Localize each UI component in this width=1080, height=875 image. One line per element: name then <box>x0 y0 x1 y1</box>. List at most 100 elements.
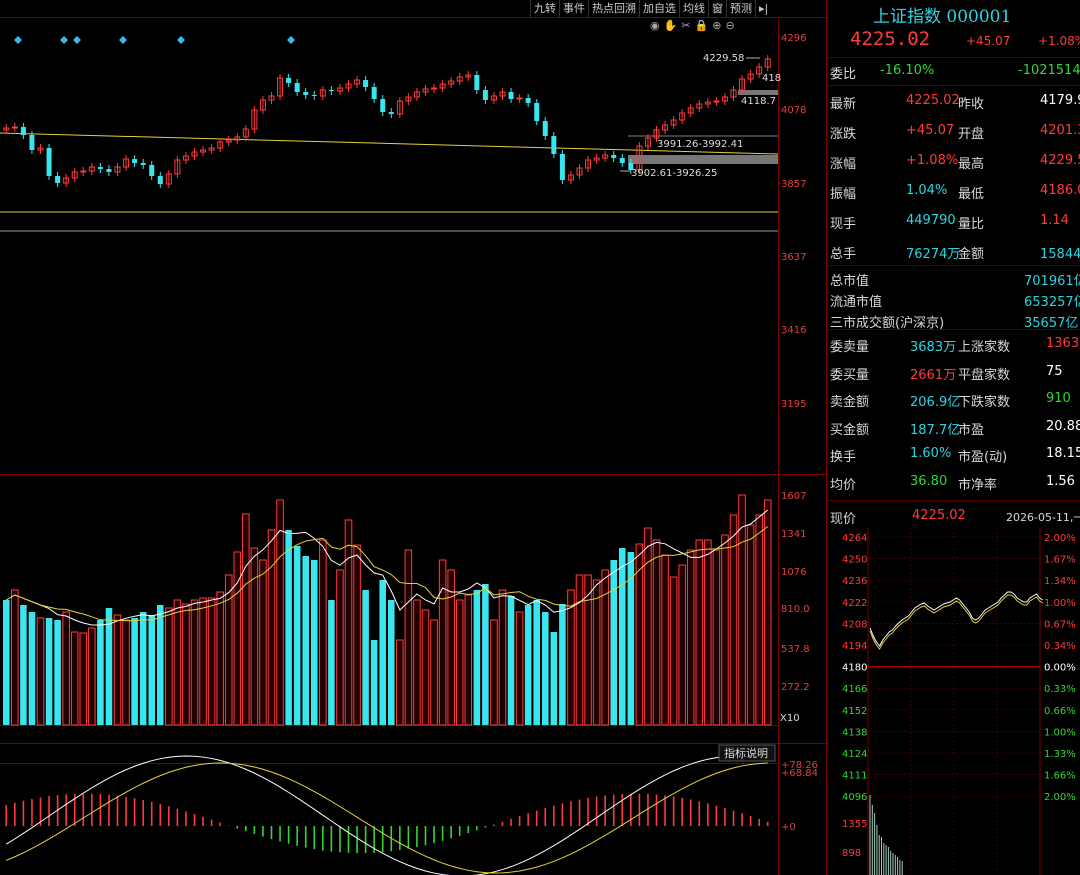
volume-bar[interactable] <box>353 544 361 726</box>
volume-bar[interactable] <box>473 590 481 725</box>
volume-bar[interactable] <box>190 599 199 726</box>
volume-bar[interactable] <box>396 639 404 726</box>
volume-bar[interactable] <box>242 513 250 726</box>
candle-down[interactable] <box>371 87 377 99</box>
candle-down[interactable] <box>55 176 61 183</box>
volume-bar[interactable] <box>763 499 772 726</box>
candle-down[interactable] <box>20 127 26 135</box>
volume-bar[interactable] <box>482 584 489 725</box>
volume-bar[interactable] <box>250 547 259 726</box>
volume-bar[interactable] <box>45 618 53 725</box>
volume-bar[interactable] <box>515 611 524 726</box>
volume-bar[interactable] <box>635 543 644 726</box>
volume-bar[interactable] <box>721 534 729 726</box>
candle-down[interactable] <box>303 92 309 95</box>
candle-down[interactable] <box>534 103 540 121</box>
volume-bar[interactable] <box>165 607 173 726</box>
candle-down[interactable] <box>157 176 163 184</box>
volume-bar[interactable] <box>430 619 438 726</box>
candle-down[interactable] <box>508 92 514 99</box>
volume-bar[interactable] <box>695 539 704 726</box>
volume-bar[interactable] <box>139 612 147 725</box>
volume-bar[interactable] <box>328 600 335 725</box>
volume-bar[interactable] <box>669 576 678 726</box>
volume-bar[interactable] <box>678 564 686 726</box>
volume-bar[interactable] <box>28 612 36 725</box>
volume-bar[interactable] <box>507 596 515 725</box>
candle-down[interactable] <box>140 163 146 165</box>
volume-bar[interactable] <box>661 554 669 726</box>
volume-bar[interactable] <box>542 612 549 725</box>
volume-bar[interactable] <box>746 524 755 726</box>
candle-down[interactable] <box>294 83 300 92</box>
candle-down[interactable] <box>482 90 488 100</box>
kline-chart-area[interactable]: 4296 4078 3857 3637 3416 3195 1607 1341 1076 810.… <box>0 0 828 875</box>
signal-marker[interactable] <box>287 36 295 44</box>
volume-bar[interactable] <box>447 569 455 726</box>
volume-bar[interactable] <box>644 527 652 726</box>
volume-bar[interactable] <box>455 599 464 726</box>
candle-down[interactable] <box>29 135 35 150</box>
candle-down[interactable] <box>363 80 369 87</box>
candle-up[interactable] <box>713 100 720 103</box>
volume-bar[interactable] <box>524 605 532 725</box>
volume-bar[interactable] <box>575 574 584 726</box>
volume-bar[interactable] <box>97 620 104 725</box>
candle-down[interactable] <box>97 167 103 169</box>
volume-bar[interactable] <box>652 539 661 726</box>
volume-bar[interactable] <box>413 599 421 726</box>
candle-down[interactable] <box>525 98 531 103</box>
volume-bar[interactable] <box>559 604 566 725</box>
candle-down[interactable] <box>380 99 386 112</box>
candle-down[interactable] <box>611 155 617 158</box>
volume-bar[interactable] <box>20 605 27 725</box>
candle-down[interactable] <box>474 75 480 90</box>
volume-bar[interactable] <box>370 640 378 725</box>
volume-bar[interactable] <box>421 609 430 726</box>
volume-bar[interactable] <box>267 529 276 726</box>
volume-bar[interactable] <box>379 580 386 725</box>
volume-bar[interactable] <box>259 559 267 726</box>
candle-down[interactable] <box>106 169 112 172</box>
volume-bar[interactable] <box>533 600 540 725</box>
volume-bar[interactable] <box>567 589 575 726</box>
volume-bar[interactable] <box>173 599 182 726</box>
candle-down[interactable] <box>388 112 394 114</box>
volume-bar[interactable] <box>79 632 88 726</box>
signal-marker[interactable] <box>73 36 81 44</box>
volume-bar[interactable] <box>285 530 292 725</box>
candle-down[interactable] <box>551 136 557 154</box>
volume-bar[interactable] <box>88 627 96 726</box>
signal-marker[interactable] <box>177 36 185 44</box>
volume-bar[interactable] <box>438 559 447 726</box>
volume-bar[interactable] <box>388 600 395 725</box>
volume-bar[interactable] <box>105 608 113 725</box>
volume-bar[interactable] <box>704 539 712 726</box>
candle-up[interactable] <box>516 97 523 100</box>
candle-down[interactable] <box>619 158 625 163</box>
volume-bar[interactable] <box>319 539 327 726</box>
volume-bar[interactable] <box>592 579 601 726</box>
volume-bar[interactable] <box>619 548 626 725</box>
candle-down[interactable] <box>286 78 292 83</box>
volume-bar[interactable] <box>755 514 763 726</box>
volume-bar[interactable] <box>207 597 216 726</box>
volume-bar[interactable] <box>182 603 190 726</box>
volume-bar[interactable] <box>498 589 507 726</box>
volume-bar[interactable] <box>610 560 617 725</box>
candle-up[interactable] <box>80 170 87 173</box>
volume-bar[interactable] <box>311 560 318 725</box>
volume-bar[interactable] <box>122 619 130 726</box>
volume-bar[interactable] <box>336 569 344 726</box>
volume-bar[interactable] <box>62 611 70 726</box>
volume-bar[interactable] <box>131 618 138 725</box>
candle-down[interactable] <box>46 148 52 176</box>
volume-bar[interactable] <box>148 615 155 725</box>
volume-bar[interactable] <box>36 617 45 726</box>
volume-bar[interactable] <box>293 546 301 725</box>
indicator-help-button[interactable]: 指标说明 <box>724 746 768 760</box>
volume-bar[interactable] <box>199 597 207 726</box>
candle-down[interactable] <box>132 159 138 163</box>
candle-down[interactable] <box>311 95 317 96</box>
volume-bar[interactable] <box>11 589 19 726</box>
